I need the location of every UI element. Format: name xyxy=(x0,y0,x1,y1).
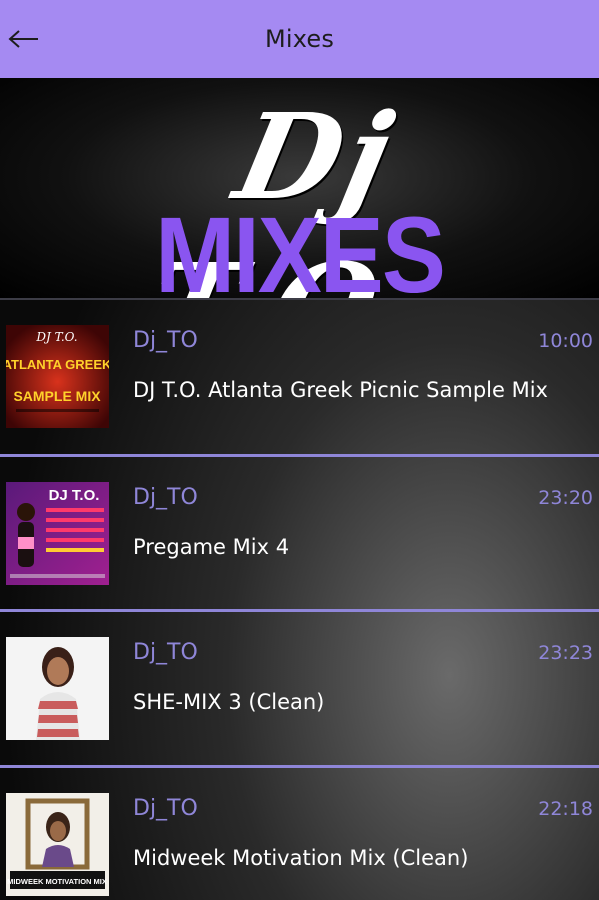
mix-duration: 23:23 xyxy=(538,642,593,664)
mix-title: SHE-MIX 3 (Clean) xyxy=(133,690,325,714)
thumb-line2-text: SAMPLE MIX xyxy=(13,388,101,404)
mix-author: Dj_TO xyxy=(133,328,198,353)
mix-list: DJ T.O. ATLANTA GREEK SAMPLE MIX Dj_TO 1… xyxy=(0,298,599,900)
mix-title: Pregame Mix 4 xyxy=(133,534,290,559)
banner-image: Dj T.O. MIXES xyxy=(0,78,599,298)
app-header: Mixes xyxy=(0,0,599,78)
list-item[interactable]: DJ T.O. ATLANTA GREEK SAMPLE MIX Dj_TO 1… xyxy=(0,298,599,454)
thumb-top-text: DJ T.O. xyxy=(49,487,100,504)
mix-thumbnail: MIDWEEK MOTIVATION MIX xyxy=(6,792,109,896)
mix-duration: 23:20 xyxy=(538,486,593,509)
mix-thumbnail xyxy=(6,637,109,740)
mix-author: Dj_TO xyxy=(133,484,198,510)
arrow-left-icon xyxy=(8,30,38,48)
banner-main-text: MIXES xyxy=(155,195,446,298)
thumb-bottom-text: MIDWEEK MOTIVATION MIX xyxy=(7,877,107,886)
list-item[interactable]: Dj_TO 23:23 SHE-MIX 3 (Clean) xyxy=(0,609,599,765)
list-item[interactable]: MIDWEEK MOTIVATION MIX Dj_TO 22:18 Midwe… xyxy=(0,764,599,900)
mix-duration: 10:00 xyxy=(538,330,593,352)
mix-title: Midweek Motivation Mix (Clean) xyxy=(133,845,469,870)
back-button[interactable] xyxy=(6,22,42,56)
mix-title: DJ T.O. Atlanta Greek Picnic Sample Mix xyxy=(133,378,548,402)
page-title: Mixes xyxy=(264,25,335,53)
mix-author: Dj_TO xyxy=(133,795,198,821)
thumb-top-text: DJ T.O. xyxy=(35,330,77,344)
list-item[interactable]: DJ T.O. Dj_TO 23:20 Pregame Mix 4 xyxy=(0,453,599,610)
mix-duration: 22:18 xyxy=(538,797,593,820)
thumb-line1-text: ATLANTA GREEK xyxy=(6,357,109,372)
mix-thumbnail: DJ T.O. ATLANTA GREEK SAMPLE MIX xyxy=(6,325,109,428)
mix-author: Dj_TO xyxy=(133,640,198,665)
mix-thumbnail: DJ T.O. xyxy=(6,481,109,585)
